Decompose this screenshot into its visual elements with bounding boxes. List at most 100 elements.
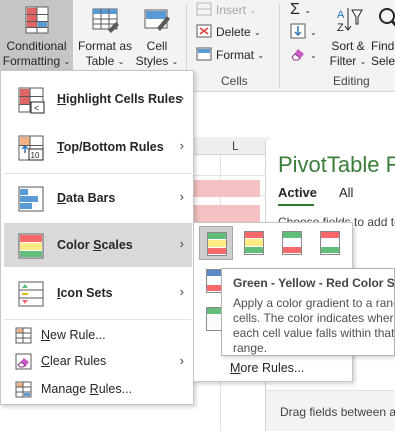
menu-item-highlight-cells-rules[interactable]: < Highlight Cells Rules › [4,77,192,121]
menu-item-label: Data Bars [57,191,115,205]
shaded-cell [194,205,260,222]
accelerator-char: M [230,361,241,375]
scale-band [283,246,301,254]
conditional-formatting-label-2: Formatting [2,54,61,68]
sort-filter-label-2: Filter [329,54,357,68]
label-rest: lear Rules [50,354,107,368]
scale-band [208,233,226,241]
menu-separator [4,173,192,174]
svg-text:<: < [34,103,39,113]
accelerator-char: N [41,328,51,342]
label-prefix: Manage [41,382,90,396]
format-label: Format [216,48,255,62]
ribbon-separator [279,4,280,88]
editing-group-label: Editing [333,74,370,88]
label-prefix: Color [57,238,94,252]
chevron-down-icon: ⌄ [254,28,261,37]
sort-filter-label-2-wrap: Filter ⌄ [327,54,369,69]
find-select-button[interactable]: Find Selec [371,0,395,70]
sort-filter-label-1: Sort & [331,39,365,53]
color-scale-icon [282,231,302,255]
menu-item-label: Clear Rules [41,354,106,368]
pivot-drag-text: Drag fields between ar [280,405,395,419]
cell-styles-label-2-wrap: Styles ⌄ [135,54,179,69]
icon-sets-icon [18,281,44,307]
tab-all[interactable]: All [339,185,353,200]
chevron-right-icon: › [179,189,184,204]
column-header-l[interactable]: L [232,139,239,153]
fill-button[interactable]: ⌄ [290,22,317,42]
insert-label: Insert [216,3,247,17]
delete-label: Delete [216,25,251,39]
scale-band [321,239,339,247]
conditional-formatting-label-2-wrap: Formatting ⌄ [0,54,73,69]
menu-item-clear-rules[interactable]: Clear Rules › [4,348,192,374]
sort-filter-button[interactable]: A Z Sort & Filter ⌄ [327,0,369,70]
chevron-down-icon: ⌄ [257,51,265,60]
top-bottom-icon: 10 [18,135,44,161]
menu-item-top-bottom-rules[interactable]: 10 Top/Bottom Rules › [4,125,192,169]
tooltip-body: Apply a color gradient to a rang cells. … [233,296,395,355]
scale-band [283,239,301,247]
accelerator-char: C [41,354,51,368]
color-scale-icon [320,231,340,255]
format-as-table-label-2: Table [85,54,115,68]
cell-styles-label-2: Styles [135,54,169,68]
chevron-right-icon: › [179,138,184,153]
find-select-label-1: Find [371,39,395,53]
fill-down-icon [290,23,306,39]
insert-button[interactable]: Insert ⌄ [196,0,256,20]
accelerator-char: D [57,191,67,205]
chevron-right-icon: › [179,284,184,299]
menu-item-label: Highlight Cells Rules [57,92,182,106]
tab-active[interactable]: Active [278,185,317,200]
scale-band [321,246,339,254]
more-rules-link[interactable]: More Rules... [230,361,304,375]
format-button[interactable]: Format ⌄ [196,45,264,65]
menu-separator [4,319,192,320]
svg-text:A: A [337,9,345,21]
cells-group-label: Cells [221,74,248,88]
chevron-down-icon: ⌄ [117,57,125,66]
color-scale-swatch[interactable] [237,226,271,260]
conditional-formatting-label-1: Conditional [6,39,67,53]
conditional-formatting-button[interactable]: Conditional Formatting ⌄ [0,0,73,70]
chevron-down-icon: ⌄ [249,6,257,15]
menu-item-manage-rules[interactable]: Manage Rules... [4,376,192,402]
scale-band [283,232,301,240]
color-scale-swatch[interactable] [313,226,347,260]
autosum-button[interactable]: Σ ⌄ [290,0,311,20]
format-as-table-icon [92,8,119,33]
format-as-table-button[interactable]: Format as Table ⌄ [77,0,133,70]
scale-band [245,232,263,240]
data-bars-icon [18,186,44,212]
scale-band [245,239,263,247]
color-scale-swatch[interactable] [199,226,233,260]
delete-button[interactable]: Delete ⌄ [196,22,261,42]
label-rest: ighlight Cells Rules [66,92,183,106]
menu-item-data-bars[interactable]: Data Bars › [4,176,192,220]
menu-item-label: Manage Rules... [41,382,132,396]
clear-button[interactable]: ⌄ [290,45,317,65]
label-rest: ore Rules... [240,361,305,375]
accelerator-char: H [57,92,67,106]
menu-item-new-rule[interactable]: New Rule... [4,322,192,348]
color-scales-icon [18,233,44,259]
chevron-down-icon: ⌄ [171,57,179,66]
new-rule-icon [15,327,32,344]
format-as-table-label-1: Format as [77,39,132,53]
color-scale-swatch[interactable] [275,226,309,260]
menu-item-label: Color Scales [57,238,133,252]
cell-styles-button[interactable]: Cell Styles ⌄ [135,0,179,70]
highlight-cells-icon: < [18,87,45,114]
color-scale-tooltip: Green - Yellow - Red Color Sc Apply a co… [221,268,395,356]
tooltip-line: Apply a color gradient to a rang [233,296,395,310]
insert-cells-icon [196,2,212,16]
chevron-right-icon: › [179,90,184,105]
menu-item-color-scales[interactable]: Color Scales › [4,223,192,267]
label-rest: ew Rule... [50,328,106,342]
color-scale-icon [244,231,264,255]
menu-item-icon-sets[interactable]: Icon Sets › [4,271,192,315]
format-cells-icon [196,47,212,61]
color-scale-icon [207,232,227,256]
